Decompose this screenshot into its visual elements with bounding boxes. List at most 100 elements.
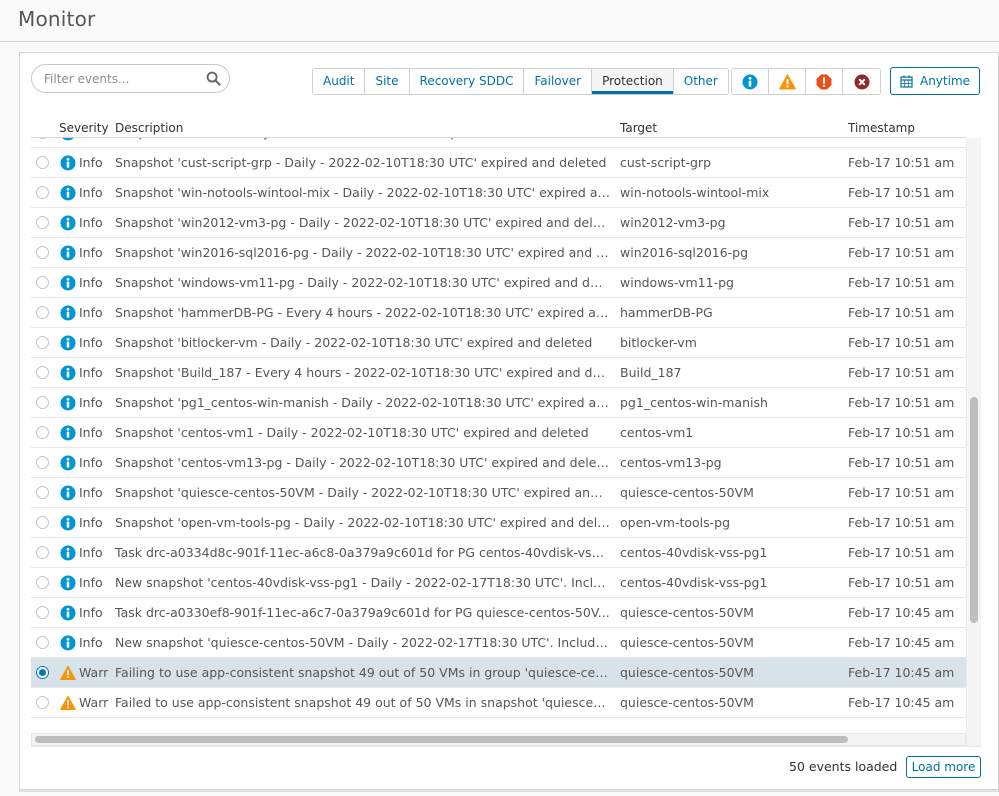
tab-failover[interactable]: Failover	[524, 69, 593, 94]
table-row[interactable]: Info Snapshot 'open-vm-tools-pg - Daily -…	[31, 508, 966, 538]
description-cell: Snapshot 'win2016-sql2016-pg - Daily - 2…	[115, 245, 610, 260]
target-cell: centos-vm13-pg	[620, 455, 722, 470]
info-icon	[60, 425, 76, 441]
info-icon	[60, 515, 76, 531]
tab-recovery-sddc[interactable]: Recovery SDDC	[409, 69, 525, 94]
filter-critical-button[interactable]	[843, 69, 880, 94]
description-cell: Snapshot 'hammerDB-PG - Every 4 hours - …	[115, 305, 610, 320]
timestamp-cell: Feb-17 10:45 am	[848, 665, 955, 680]
row-select-radio[interactable]	[36, 216, 49, 229]
time-filter-button[interactable]: Anytime	[890, 67, 980, 95]
tab-other[interactable]: Other	[673, 69, 728, 94]
info-icon	[60, 215, 76, 231]
table-row[interactable]: Info Snapshot 'hammerDB-PG - Every 4 hour…	[31, 298, 966, 328]
row-select-radio[interactable]	[36, 366, 49, 379]
row-select-radio[interactable]	[36, 516, 49, 529]
table-row[interactable]: Info Snapshot 'quiesce-centos-50VM - Dail…	[31, 478, 966, 508]
severity-cell: Warr	[79, 665, 109, 680]
tab-protection[interactable]: Protection	[592, 69, 674, 94]
table-row[interactable]: Info Snapshot 'win-notools-wintool-mix - …	[31, 178, 966, 208]
timestamp-cell: Feb-17 10:51 am	[848, 515, 955, 530]
vertical-scrollbar[interactable]	[966, 138, 981, 747]
description-cell: Task drc-a0330ef8-901f-11ec-a6c7-0a379a9…	[115, 605, 610, 620]
row-select-radio[interactable]	[36, 156, 49, 169]
table-row[interactable]: Info Snapshot 'win2016-sql2016-pg - Daily…	[31, 238, 966, 268]
severity-cell: Info	[79, 605, 103, 620]
row-select-radio[interactable]	[36, 306, 49, 319]
row-select-radio[interactable]	[36, 276, 49, 289]
row-select-radio[interactable]	[36, 666, 49, 679]
description-cell: Snapshot 'open-vm-tools-pg - Daily - 202…	[115, 515, 610, 530]
critical-icon	[854, 74, 869, 89]
timestamp-cell: Feb-17 10:51 am	[848, 545, 955, 560]
severity-cell: Info	[79, 575, 103, 590]
row-select-radio[interactable]	[36, 336, 49, 349]
timestamp-cell: Feb-17 10:45 am	[848, 605, 955, 620]
target-cell: centos-40vdisk-vss-pg1	[620, 575, 768, 590]
description-cell: Snapshot 'centos-vm13-pg - Daily - 2022-…	[115, 455, 610, 470]
table-row[interactable]: Info Snapshot 'windows-vm11-pg - Daily - …	[31, 268, 966, 298]
severity-cell: Info	[79, 425, 103, 440]
tab-site[interactable]: Site	[365, 69, 410, 94]
horizontal-scrollbar-thumb[interactable]	[35, 736, 848, 743]
search-icon[interactable]	[206, 71, 221, 86]
table-row[interactable]: Info New snapshot 'quiesce-centos-50VM - …	[31, 628, 966, 658]
load-more-button[interactable]: Load more	[906, 756, 981, 778]
target-cell: pg1_centos-win-manish	[620, 395, 768, 410]
table-row[interactable]: Info Task drc-a0330ef8-901f-11ec-a6c7-0a3…	[31, 598, 966, 628]
target-cell: quiesce-centos-50VM	[620, 665, 754, 680]
filter-info-button[interactable]	[732, 69, 769, 94]
row-select-radio[interactable]	[36, 636, 49, 649]
row-select-radio[interactable]	[36, 696, 49, 709]
table-row[interactable]: Info Snapshot 'pg1_centos-win-manish - Da…	[31, 388, 966, 418]
table-row[interactable]: Info Task drc-a0334d8c-901f-11ec-a6c8-0a3…	[31, 538, 966, 568]
timestamp-cell: Feb-17 10:51 am	[848, 245, 955, 260]
row-select-radio[interactable]	[36, 426, 49, 439]
timestamp-cell: Feb-17 10:45 am	[848, 695, 955, 710]
target-cell: win-notools-wintool-mix	[620, 185, 770, 200]
row-select-radio[interactable]	[36, 576, 49, 589]
row-select-radio[interactable]	[36, 486, 49, 499]
target-cell: centos-40vdisk-vss-pg1	[620, 545, 768, 560]
timestamp-cell: Feb-17 10:51 am	[848, 485, 955, 500]
severity-cell: Info	[79, 455, 103, 470]
row-select-radio[interactable]	[36, 546, 49, 559]
row-select-radio[interactable]	[36, 606, 49, 619]
row-select-radio[interactable]	[36, 396, 49, 409]
target-cell: quiesce-centos-50VM	[620, 695, 754, 710]
filter-error-button[interactable]	[806, 69, 843, 94]
description-cell: Task drc-a0334d8c-901f-11ec-a6c8-0a379a9…	[115, 545, 610, 560]
severity-cell: Info	[79, 305, 103, 320]
row-select-radio[interactable]	[36, 246, 49, 259]
row-select-radio[interactable]	[36, 456, 49, 469]
timestamp-cell: Feb-17 10:51 am	[848, 335, 955, 350]
timestamp-cell: Feb-17 10:51 am	[848, 455, 955, 470]
table-row[interactable]: Warr Failed to use app-consistent snapsho…	[31, 688, 966, 718]
horizontal-scrollbar[interactable]	[31, 733, 966, 746]
table-row[interactable]: Info Snapshot 'cust-script-grp - Daily - …	[31, 148, 966, 178]
table-row[interactable]: Info New snapshot 'centos-40vdisk-vss-pg1…	[31, 568, 966, 598]
description-cell: Snapshot 'centos-vm1 - Daily - 2022-02-1…	[115, 425, 589, 440]
timestamp-cell: Feb-17 10:51 am	[848, 185, 955, 200]
tab-audit[interactable]: Audit	[313, 69, 366, 94]
target-cell: bitlocker-vm	[620, 335, 697, 350]
table-row[interactable]: Info Snapshot 'centos-vm1 - Daily - 2022-…	[31, 418, 966, 448]
column-header-description[interactable]: Description	[115, 121, 183, 135]
description-cell: Snapshot 'bitlocker-vm - Daily - 2022-02…	[115, 335, 593, 350]
column-header-target[interactable]: Target	[620, 121, 657, 135]
search-box[interactable]	[31, 64, 230, 93]
filter-warning-button[interactable]	[769, 69, 806, 94]
vertical-scrollbar-thumb[interactable]	[970, 397, 978, 623]
column-header-severity[interactable]: Severity	[59, 121, 109, 135]
table-row[interactable]: Info Snapshot 'Build_187 - Every 4 hours …	[31, 358, 966, 388]
severity-cell: Warr	[79, 695, 109, 710]
table-row[interactable]: Info Snapshot 'win2012-vm3-pg - Daily - 2…	[31, 208, 966, 238]
column-header-timestamp[interactable]: Timestamp	[848, 121, 915, 135]
search-input[interactable]	[44, 70, 204, 88]
table-row[interactable]: Info Snapshot 'centos-vm13-pg - Daily - 2…	[31, 448, 966, 478]
table-row[interactable]: Warr Failing to use app-consistent snapsh…	[31, 658, 966, 688]
table-row[interactable]: Info Snapshot 'bitlocker-vm - Daily - 202…	[31, 328, 966, 358]
footer-divider	[31, 746, 981, 747]
row-select-radio[interactable]	[36, 186, 49, 199]
info-icon	[60, 545, 76, 561]
